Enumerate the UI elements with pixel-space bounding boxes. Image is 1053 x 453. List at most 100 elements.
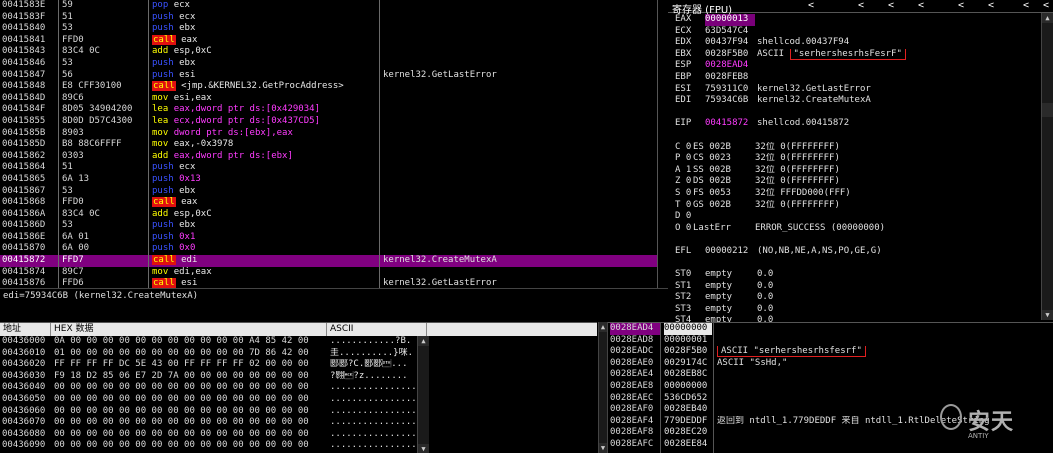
disasm-row[interactable]: 0041585B 8903 mov dword ptr ds:[ebx],eax xyxy=(0,128,657,140)
stack-value[interactable]: 00000000 xyxy=(664,323,712,335)
register-value[interactable]: empty xyxy=(705,269,755,281)
disasm-row[interactable]: 0041586D 53 push ebx xyxy=(0,220,657,232)
disasm-row[interactable]: 00415848 E8 CFF30100 call <jmp.&KERNEL32.G… xyxy=(0,81,657,93)
stack-row[interactable]: 0028EAD4 00000000 xyxy=(608,323,1053,335)
register-value[interactable]: 0028FEB8 xyxy=(705,72,755,84)
disasm-row[interactable]: 0041583F 51 push ecx xyxy=(0,12,657,24)
register-value[interactable]: 00415872 xyxy=(705,118,755,130)
arrow-left-icon[interactable]: < xyxy=(1023,0,1029,11)
disasm-row[interactable]: 00415846 53 push ebx xyxy=(0,58,657,70)
register-value[interactable]: empty xyxy=(705,304,755,316)
dump-row[interactable]: 00436060 00 00 00 00 00 00 00 00 00 00 00… xyxy=(0,406,597,418)
dump-header-ascii[interactable]: ASCII xyxy=(327,323,427,336)
register-value[interactable]: ES 002B xyxy=(693,142,753,154)
hex-dump-pane[interactable]: 地址 HEX 数据 ASCII 00436000 0A 00 00 00 00 0… xyxy=(0,322,597,453)
register-value[interactable]: empty xyxy=(705,281,755,293)
register-value[interactable]: 0028EAD4 xyxy=(705,60,755,72)
scroll-down-icon[interactable]: ▼ xyxy=(418,444,429,453)
dump-row[interactable]: 00436040 00 00 00 00 00 00 00 00 00 00 00… xyxy=(0,382,597,394)
arrow-left-icon[interactable]: < xyxy=(958,0,964,11)
stack-value[interactable]: 0029174C xyxy=(664,358,712,370)
arrow-left-icon[interactable]: < xyxy=(858,0,864,11)
dump-row[interactable]: 00436070 00 00 00 00 00 00 00 00 00 00 00… xyxy=(0,417,597,429)
scroll-up-icon[interactable]: ▲ xyxy=(599,322,607,332)
disasm-row[interactable]: 00415862 0303 add eax,dword ptr ds:[ebx] xyxy=(0,151,657,163)
arrow-left-icon[interactable]: < xyxy=(918,0,924,11)
scroll-up-icon[interactable]: ▲ xyxy=(1042,13,1053,23)
disasm-row[interactable]: 0041585D B8 88C6FFFF mov eax,-0x3978 xyxy=(0,139,657,151)
register-value[interactable]: 0028F5B0 xyxy=(705,49,755,61)
dump-row[interactable]: 00436020 FF FF FF FF DC 5E 43 00 FF FF FF… xyxy=(0,359,597,371)
stack-row[interactable]: 0028EAEC 536CD652 xyxy=(608,393,1053,405)
disasm-row[interactable]: 00415874 89C7 mov edi,eax xyxy=(0,267,657,279)
stack-row[interactable]: 0028EAE8 00000000 xyxy=(608,381,1053,393)
dump-row[interactable]: 00436080 00 00 00 00 00 00 00 00 00 00 00… xyxy=(0,429,597,441)
dump-row[interactable]: 00436050 00 00 00 00 00 00 00 00 00 00 00… xyxy=(0,394,597,406)
register-value[interactable]: empty xyxy=(705,292,755,304)
stack-row[interactable]: 0028EAE0 0029174C ASCII "SsHd," xyxy=(608,358,1053,370)
dump-header-hex[interactable]: HEX 数据 xyxy=(51,323,327,336)
disasm-row[interactable]: 0041586E 6A 01 push 0x1 xyxy=(0,232,657,244)
register-value[interactable]: 759311C0 xyxy=(705,84,755,96)
register-value[interactable]: 00000013 xyxy=(705,14,755,26)
register-value[interactable]: CS 0023 xyxy=(693,153,753,165)
disassembly-pane[interactable]: 0041583E 59 pop ecx 0041583F 51 push ecx 00415… xyxy=(0,0,658,288)
register-value[interactable]: DS 002B xyxy=(693,176,753,188)
stack-value[interactable]: 536CD652 xyxy=(664,393,712,405)
register-value[interactable]: 00000212 xyxy=(705,246,755,258)
disasm-row[interactable]: 00415855 8D0D D57C4300 lea ecx,dword ptr d… xyxy=(0,116,657,128)
disasm-row[interactable]: 0041583E 59 pop ecx xyxy=(0,0,657,12)
disasm-row[interactable]: 00415864 51 push ecx xyxy=(0,162,657,174)
disasm-row[interactable]: 0041584F 8D05 34904200 lea eax,dword ptr d… xyxy=(0,104,657,116)
disasm-row[interactable]: 0041584D 89C6 mov esi,eax xyxy=(0,93,657,105)
stack-value[interactable]: 0028EC20 xyxy=(664,427,712,439)
register-value[interactable]: LastErr xyxy=(693,223,753,235)
register-value[interactable]: SS 002B xyxy=(693,165,753,177)
disasm-row[interactable]: 00415840 53 push ebx xyxy=(0,23,657,35)
disasm-row[interactable]: 00415843 83C4 0C add esp,0xC xyxy=(0,46,657,58)
disasm-row[interactable]: 00415847 56 push esi kernel32.GetLastError xyxy=(0,70,657,82)
instruction-text: call eax xyxy=(152,197,378,209)
stack-value[interactable]: 00000001 xyxy=(664,335,712,347)
disasm-row[interactable]: 00415841 FFD0 call eax xyxy=(0,34,657,47)
dump-row[interactable]: 00436030 F9 18 D2 85 06 E7 2D 7A 00 00 00… xyxy=(0,371,597,383)
stack-value[interactable]: 0028F5B0 xyxy=(664,346,712,358)
stack-value[interactable]: 0028EB40 xyxy=(664,404,712,416)
dump-scrollbar[interactable]: ▲ ▼ xyxy=(417,336,429,453)
scroll-thumb[interactable] xyxy=(1042,103,1053,117)
disasm-row[interactable]: 00415876 FFD6 call esi kernel32.GetLastErro… xyxy=(0,278,657,288)
scroll-down-icon[interactable]: ▼ xyxy=(1042,310,1053,320)
register-value[interactable]: 00437F94 xyxy=(705,37,755,49)
stack-value[interactable]: 779DEDDF xyxy=(664,416,712,428)
disasm-row[interactable]: 00415872 FFD7 call edi kernel32.CreateMutex… xyxy=(0,255,657,267)
scroll-up-icon[interactable]: ▲ xyxy=(418,336,429,346)
stack-row[interactable]: 0028EAE4 0028EB8C xyxy=(608,369,1053,381)
scroll-down-icon[interactable]: ▼ xyxy=(599,443,607,453)
disasm-row[interactable]: 00415868 FFD0 call eax xyxy=(0,197,657,209)
stack-value[interactable]: 0028EE84 xyxy=(664,439,712,451)
arrow-left-icon[interactable]: < xyxy=(808,0,814,11)
stack-value[interactable]: 0028EB8C xyxy=(664,369,712,381)
stack-row[interactable]: 0028EAD8 00000001 xyxy=(608,335,1053,347)
register-value[interactable]: GS 002B xyxy=(693,200,753,212)
registers-scrollbar[interactable]: ▲ ▼ xyxy=(1041,13,1053,320)
stack-row[interactable]: 0028EADC 0028F5B0 ASCII "serhershesrhsfesr… xyxy=(608,346,1053,358)
dump-row[interactable]: 00436090 00 00 00 00 00 00 00 00 00 00 00… xyxy=(0,440,597,452)
disasm-row[interactable]: 00415870 6A 00 push 0x0 xyxy=(0,243,657,255)
arrow-left-icon[interactable]: < xyxy=(988,0,994,11)
register-name: EAX xyxy=(675,14,692,24)
disasm-row[interactable]: 0041586A 83C4 0C add esp,0xC xyxy=(0,209,657,221)
stack-value[interactable]: 00000000 xyxy=(664,381,712,393)
dump-header-address[interactable]: 地址 xyxy=(0,323,51,336)
arrow-left-icon[interactable]: < xyxy=(888,0,894,11)
dump-row[interactable]: 00436000 0A 00 00 00 00 00 00 00 00 00 00… xyxy=(0,336,597,348)
register-value[interactable]: FS 0053 xyxy=(693,188,753,200)
arrow-left-icon[interactable]: < xyxy=(1043,0,1049,11)
stack-scrollbar[interactable]: ▲ ▼ xyxy=(598,322,608,453)
registers-pane[interactable]: 寄存器 (FPU) < < < < < < < < EAX 00000013 ECX 63D547C… xyxy=(668,0,1053,322)
disasm-row[interactable]: 00415867 53 push ebx xyxy=(0,186,657,198)
dump-row[interactable]: 00436010 01 00 00 00 00 00 00 00 00 00 00… xyxy=(0,348,597,360)
register-value[interactable]: 63D547C4 xyxy=(705,26,755,38)
disasm-row[interactable]: 00415865 6A 13 push 0x13 xyxy=(0,174,657,186)
register-value[interactable]: 75934C6B xyxy=(705,95,755,107)
